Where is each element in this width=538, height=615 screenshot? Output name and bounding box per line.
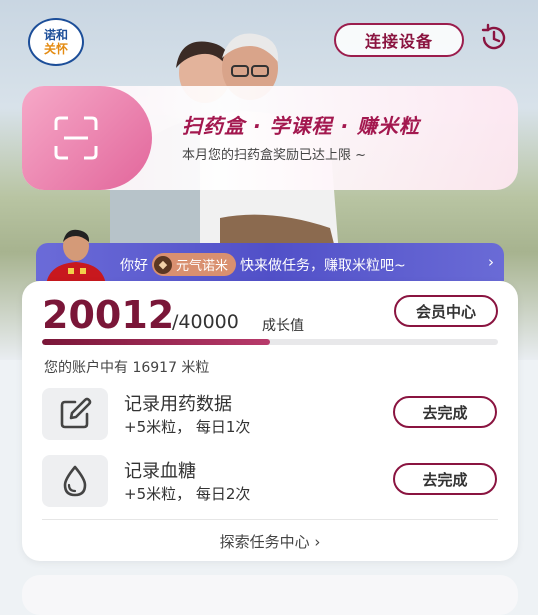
growth-progress-fill (42, 339, 270, 345)
task-name: 记录血糖 (124, 461, 196, 482)
banner-subtitle: 本月您的扫药盒奖励已达上限 ~ (182, 148, 367, 163)
app-logo: 诺和 关怀 (28, 18, 84, 66)
member-center-button[interactable]: 会员中心 (394, 295, 498, 327)
task-icon-box (42, 455, 108, 507)
task-reward: +5米粒， 每日2次 (124, 485, 251, 503)
banner-title: 扫药盒 · 学课程 · 赚米粒 (182, 114, 421, 138)
edit-pen-icon (60, 397, 92, 429)
complete-task-button[interactable]: 去完成 (393, 463, 497, 495)
growth-total: /40000 (172, 311, 239, 333)
account-balance: 您的账户中有 16917 米粒 (44, 360, 210, 376)
nomi-badge-icon: ◆ (154, 255, 172, 274)
connect-device-button[interactable]: 连接设备 (334, 23, 464, 57)
spokesperson-avatar (46, 229, 106, 286)
complete-task-button[interactable]: 去完成 (393, 396, 497, 428)
next-section-card (22, 575, 518, 615)
growth-progress-bar (42, 339, 498, 345)
task-item: 记录血糖 +5米粒， 每日2次 去完成 (42, 455, 498, 511)
task-reward: +5米粒， 每日1次 (124, 418, 251, 436)
logo-text-bottom: 关怀 (43, 42, 68, 56)
nomi-badge-label: 元气诺米 (176, 259, 229, 274)
logo-text-top: 诺和 (43, 28, 68, 42)
growth-unit: 成长值 (262, 318, 304, 334)
history-clock-icon[interactable] (478, 22, 510, 54)
growth-task-card: 20012 /40000 成长值 会员中心 您的账户中有 16917 米粒 记录… (22, 281, 518, 561)
greeting-suffix: 快来做任务，赚取米粒吧~ (240, 257, 406, 274)
task-icon-box (42, 388, 108, 440)
nomi-badge: ◆ 元气诺米 (152, 253, 237, 276)
scan-button[interactable] (22, 86, 152, 190)
task-item: 记录用药数据 +5米粒， 每日1次 去完成 (42, 388, 498, 444)
growth-value: 20012 (42, 293, 175, 337)
explore-task-center-link[interactable]: 探索任务中心 › (22, 531, 518, 552)
chevron-right-icon[interactable]: › (488, 253, 494, 271)
greeting-text: 你好 ◆ 元气诺米 快来做任务，赚取米粒吧~ (120, 253, 406, 276)
scan-promo-banner[interactable]: 扫药盒 · 学课程 · 赚米粒 本月您的扫药盒奖励已达上限 ~ (22, 86, 518, 190)
scan-icon (54, 116, 98, 160)
task-name: 记录用药数据 (124, 394, 232, 415)
greeting-prefix: 你好 (120, 257, 148, 274)
divider (42, 519, 498, 520)
blood-drop-icon (63, 465, 87, 497)
